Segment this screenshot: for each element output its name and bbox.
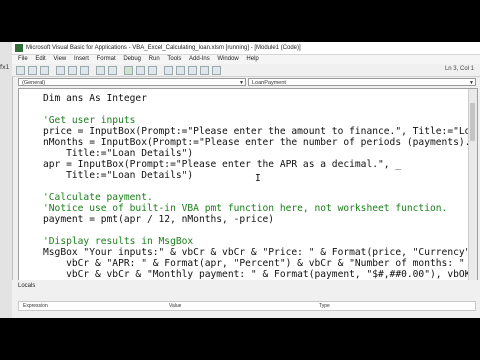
code-line: apr = InputBox(Prompt:="Please enter the… [43,159,402,170]
redo-icon[interactable] [108,66,117,75]
menu-run[interactable]: Run [149,55,160,64]
menu-insert[interactable]: Insert [74,55,89,64]
col-type: Type [319,303,330,309]
insert-module-icon[interactable] [28,66,37,75]
chevron-down-icon: ▼ [469,80,474,86]
menu-window[interactable]: Window [217,55,238,64]
menu-format[interactable]: Format [97,55,116,64]
col-expression: Expression [23,303,48,309]
undo-icon[interactable] [96,66,105,75]
object-combo[interactable]: (General) ▼ [18,78,246,86]
paste-icon[interactable] [80,66,89,75]
vba-editor-window: fx1 Microsoft Visual Basic for Applicati… [0,42,480,318]
procedure-combo[interactable]: LoanPayment ▼ [248,78,476,86]
window-title: Microsoft Visual Basic for Applications … [26,45,301,51]
scrollbar-thumb[interactable] [470,103,475,141]
chevron-down-icon: ▼ [239,80,244,86]
code-line: Title:="Loan Details") [43,170,194,181]
code-vertical-scrollbar[interactable] [468,89,477,281]
project-explorer-icon[interactable] [176,66,185,75]
code-line: vbCr & "APR: " & Format(apr, "Percent") … [43,258,478,269]
code-comment: 'Notice use of built-in VBA pmt function… [43,203,448,214]
object-combo-value: (General) [22,80,46,86]
code-window[interactable]: Dim ans As Integer 'Get user inputs pric… [18,88,478,282]
menu-debug[interactable]: Debug [123,55,141,64]
menu-bar: File Edit View Insert Format Debug Run T… [12,55,480,64]
vba-app-icon [15,44,23,52]
copy-icon[interactable] [68,66,77,75]
cut-icon[interactable] [56,66,65,75]
locals-header-row: Expression Value Type [18,301,476,311]
code-comment: 'Display results in MsgBox [43,236,194,247]
menu-help[interactable]: Help [246,55,258,64]
design-mode-icon[interactable] [164,66,173,75]
col-value: Value [169,303,182,309]
excel-strip-label: fx1 [0,64,10,71]
break-icon[interactable] [136,66,145,75]
code-line: vbCr & vbCr & "Monthly payment: " & Form… [43,269,478,280]
code-line: Dim ans As Integer [43,93,147,104]
code-line: MsgBox "Your inputs:" & vbCr & vbCr & "P… [43,247,478,258]
title-bar: Microsoft Visual Basic for Applications … [12,42,480,55]
object-browser-icon[interactable] [200,66,209,75]
menu-edit[interactable]: Edit [35,55,45,64]
procedure-combo-value: LoanPayment [252,80,286,86]
text-cursor-icon: I [255,173,261,184]
code-line: price = InputBox(Prompt:="Please enter t… [43,126,478,137]
reset-icon[interactable] [148,66,157,75]
locals-pane: Locals Expression Value Type [12,280,480,318]
code-comment: 'Calculate payment. [43,192,153,203]
code-line: Title:="Loan Details") [43,148,194,159]
save-icon[interactable] [40,66,49,75]
cursor-position: Ln 3, Col 1 [444,66,474,72]
toolbox-icon[interactable] [212,66,221,75]
standard-toolbar: Ln 3, Col 1 [12,64,480,77]
properties-icon[interactable] [188,66,197,75]
menu-file[interactable]: File [18,55,28,64]
run-icon[interactable] [124,66,133,75]
excel-view-icon[interactable] [16,66,25,75]
code-line: nMonths = InputBox(Prompt:="Please enter… [43,137,478,148]
excel-side-strip: fx1 [0,42,13,318]
menu-tools[interactable]: Tools [167,55,181,64]
code-comment: 'Get user inputs [43,115,136,126]
code-line: payment = pmt(apr / 12, nMonths, -price) [43,214,275,225]
menu-addins[interactable]: Add-Ins [189,55,210,64]
locals-title: Locals [18,283,36,289]
menu-view[interactable]: View [53,55,66,64]
